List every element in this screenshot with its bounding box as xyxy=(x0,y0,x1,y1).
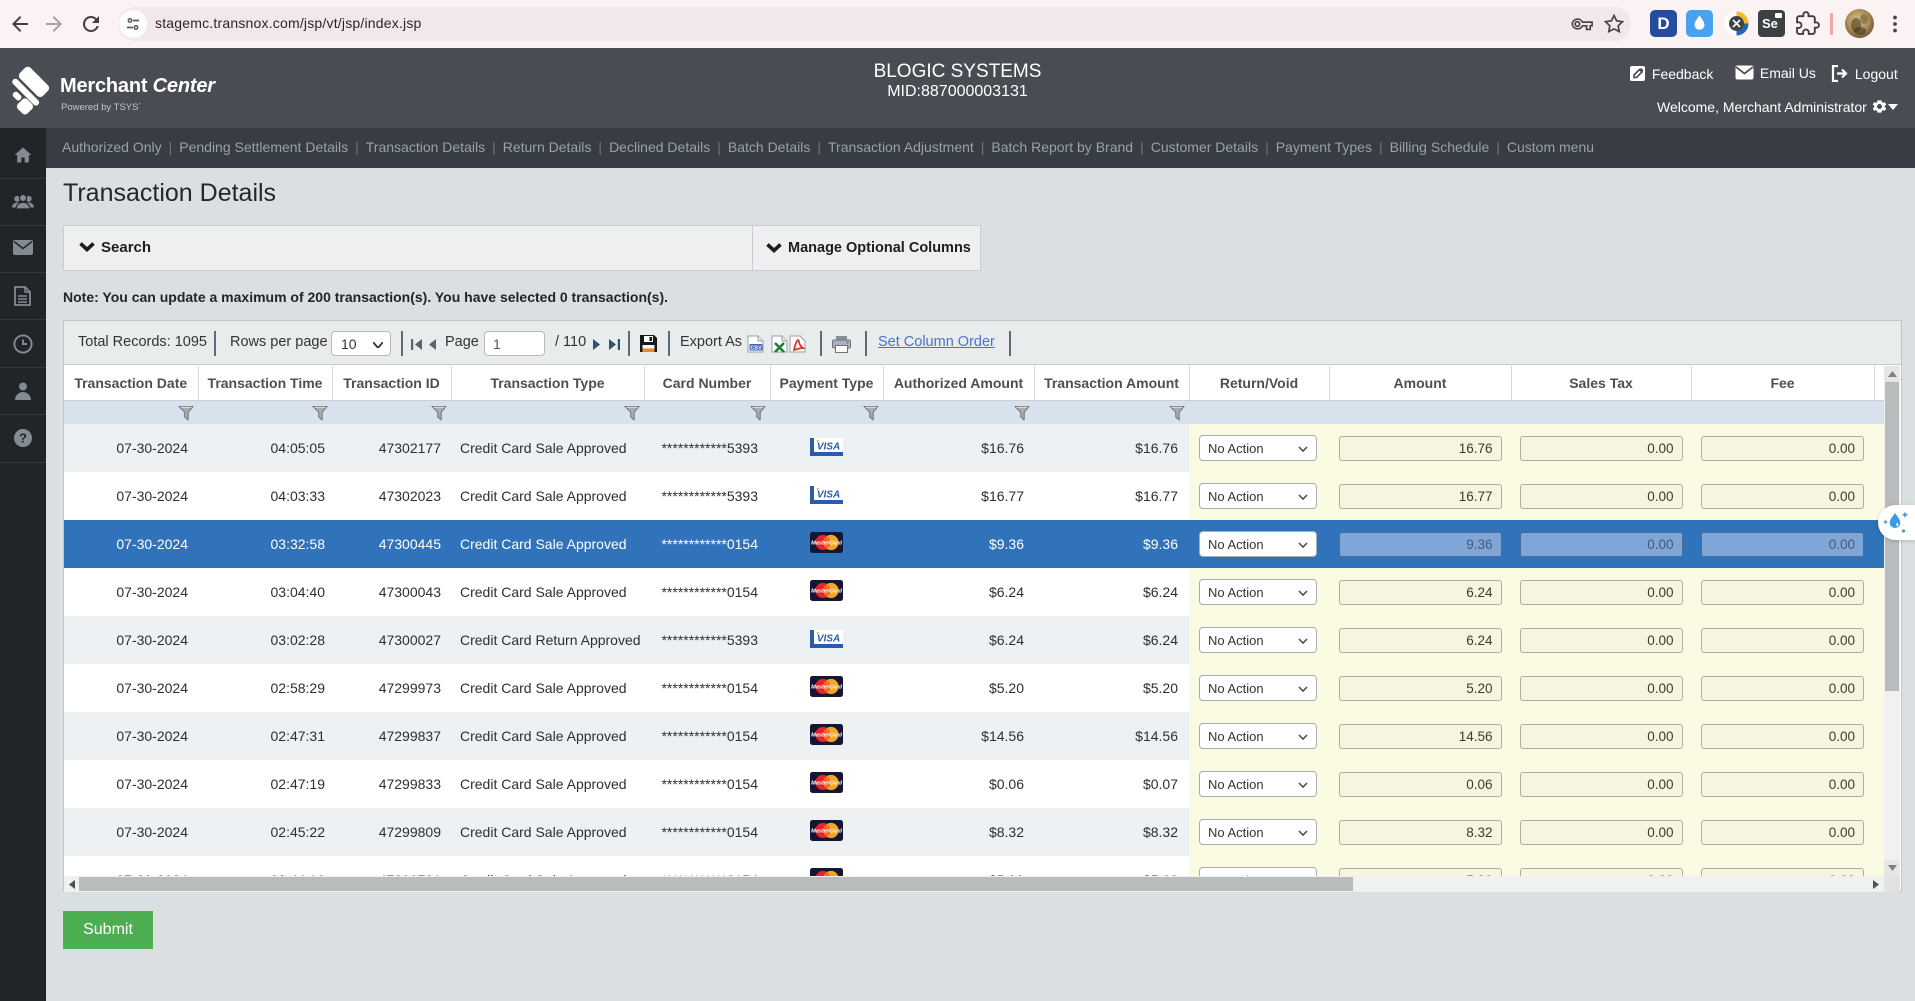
svg-text:MasterCard: MasterCard xyxy=(811,733,842,739)
svg-text:VISA: VISA xyxy=(817,489,840,500)
svg-text:CSV: CSV xyxy=(750,345,762,351)
svg-text:VISA: VISA xyxy=(817,441,840,452)
svg-text:MasterCard: MasterCard xyxy=(811,685,842,691)
svg-text:MasterCard: MasterCard xyxy=(811,589,842,595)
svg-text:MasterCard: MasterCard xyxy=(811,829,842,835)
svg-text:VISA: VISA xyxy=(817,633,840,644)
svg-text:MasterCard: MasterCard xyxy=(811,541,842,547)
svg-text:?: ? xyxy=(19,431,27,446)
svg-text:MasterCard: MasterCard xyxy=(811,781,842,787)
